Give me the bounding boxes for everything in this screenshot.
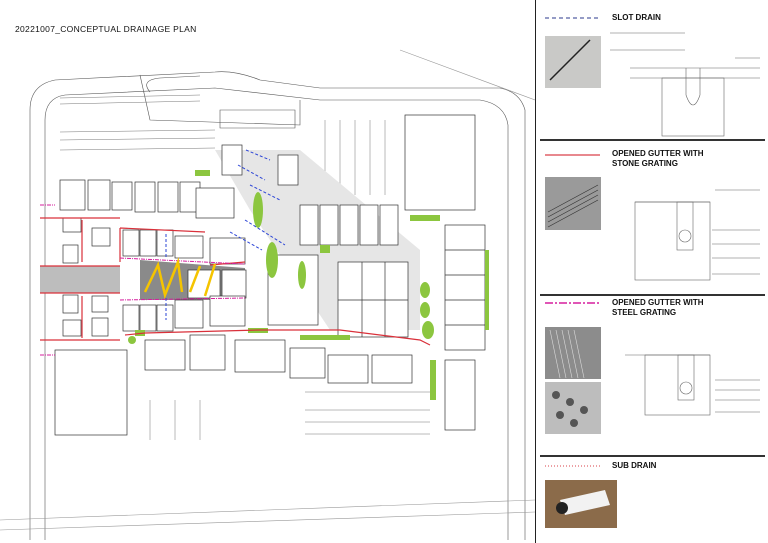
section-separator bbox=[540, 455, 765, 457]
section-separator bbox=[540, 294, 765, 296]
slot-drain-detail bbox=[610, 32, 760, 137]
steel-grating-detail bbox=[625, 354, 760, 416]
legend-stone-gutter-label: OPENED GUTTER WITH STONE GRATING bbox=[612, 149, 704, 168]
legend-sub-drain-label: SUB DRAIN bbox=[612, 461, 657, 470]
section-separator bbox=[540, 139, 765, 141]
legend-slot-drain-label: SLOT DRAIN bbox=[612, 13, 661, 22]
stone-grating-detail bbox=[634, 189, 760, 281]
legend-steel-gutter-label: OPENED GUTTER WITH STEEL GRATING bbox=[612, 298, 704, 317]
slot-drain-photo bbox=[545, 36, 601, 88]
